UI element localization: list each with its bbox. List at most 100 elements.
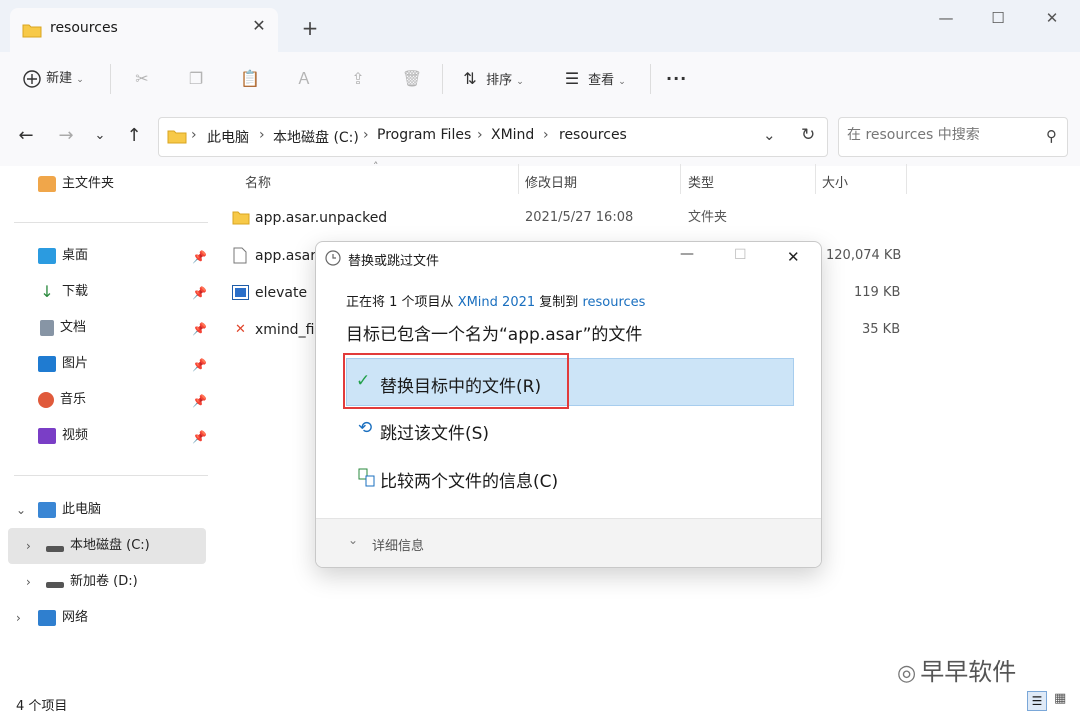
- replace-or-skip-dialog: 替换或跳过文件 — ☐ ✕ 正在将 1 个项目从 XMind 2021 复制到 …: [315, 241, 822, 568]
- drive-icon: [46, 581, 64, 588]
- folder-icon: [232, 211, 250, 225]
- application-icon: [232, 285, 249, 300]
- sidebar-item-network[interactable]: 网络: [38, 604, 88, 632]
- file-size: 120,074 KB: [826, 248, 902, 263]
- view-button[interactable]: ☰ 查看 ⌄: [560, 66, 626, 92]
- pin-icon[interactable]: 📌: [192, 394, 207, 408]
- breadcrumb-this-pc[interactable]: 此电脑: [207, 127, 249, 147]
- tiles-view-icon[interactable]: ▦: [1054, 691, 1066, 706]
- pin-icon[interactable]: 📌: [192, 322, 207, 336]
- network-icon: [38, 609, 56, 626]
- expanded-chevron-icon[interactable]: ⌄: [16, 503, 26, 517]
- details-toggle[interactable]: 详细信息: [372, 535, 424, 554]
- chevron-down-icon: ⌄: [618, 77, 626, 87]
- column-header-name[interactable]: 名称: [245, 172, 271, 191]
- copy-line-prefix: 正在将 1 个项目从: [346, 295, 454, 310]
- copy-icon[interactable]: ❐: [184, 66, 208, 92]
- column-header-type[interactable]: 类型: [688, 172, 714, 191]
- clock-icon: [325, 250, 341, 266]
- new-button[interactable]: 新建 ⌄: [22, 66, 84, 92]
- sidebar-item-pictures[interactable]: 图片: [38, 350, 88, 378]
- search-box[interactable]: ⚲: [838, 117, 1068, 157]
- sort-button[interactable]: ⇅ 排序 ⌄: [458, 66, 524, 92]
- file-name: app.asar: [255, 248, 317, 264]
- download-icon: ↓: [40, 281, 54, 301]
- sidebar-item-label: 新加卷 (D:): [70, 574, 138, 589]
- copy-progress-line: 正在将 1 个项目从 XMind 2021 复制到 resources: [346, 291, 645, 310]
- pin-icon[interactable]: 📌: [192, 286, 207, 300]
- replace-option-label[interactable]: 替换目标中的文件(R): [380, 372, 541, 397]
- more-options-button[interactable]: ···: [666, 66, 687, 92]
- new-tab-button[interactable]: +: [300, 18, 320, 38]
- close-window-button[interactable]: ✕: [1032, 6, 1072, 30]
- column-header-date[interactable]: 修改日期: [525, 172, 577, 191]
- delete-icon[interactable]: 🗑: [400, 66, 424, 92]
- pin-icon[interactable]: 📌: [192, 250, 207, 264]
- destination-folder-link[interactable]: resources: [582, 295, 645, 310]
- chevron-down-icon: ⌄: [76, 75, 84, 85]
- minimize-button[interactable]: —: [926, 6, 966, 30]
- sidebar-item-label: 主文件夹: [62, 176, 115, 191]
- breadcrumb-program-files[interactable]: Program Files: [377, 127, 471, 143]
- details-view-icon[interactable]: ☰: [1027, 691, 1047, 711]
- collapsed-chevron-icon[interactable]: ›: [16, 611, 21, 625]
- forward-arrow-icon[interactable]: →: [54, 124, 78, 148]
- sidebar-item-music[interactable]: 音乐: [38, 386, 86, 414]
- pin-icon[interactable]: 📌: [192, 430, 207, 444]
- sidebar-divider: [14, 222, 208, 223]
- breadcrumb-drive-c[interactable]: 本地磁盘 (C:): [273, 127, 359, 147]
- source-folder-link[interactable]: XMind 2021: [458, 295, 535, 310]
- sidebar-item-drive-c[interactable]: 本地磁盘 (C:): [46, 532, 150, 560]
- sidebar-item-home[interactable]: 主文件夹: [38, 170, 114, 198]
- video-icon: [38, 427, 56, 444]
- sidebar-item-documents[interactable]: 文档: [38, 314, 86, 342]
- refresh-icon[interactable]: ↻: [801, 125, 815, 145]
- file-name: elevate: [255, 285, 308, 301]
- address-history-chevron-icon[interactable]: ⌄: [763, 126, 776, 144]
- skip-option-label[interactable]: 跳过该文件(S): [380, 419, 489, 444]
- paste-icon[interactable]: 📋: [238, 66, 262, 92]
- dialog-minimize-button[interactable]: —: [680, 246, 694, 262]
- collapsed-chevron-icon[interactable]: ›: [26, 539, 31, 553]
- rename-icon[interactable]: Ａ: [292, 66, 316, 92]
- tab-resources[interactable]: resources ✕: [10, 8, 278, 52]
- tab-close-icon[interactable]: ✕: [250, 17, 268, 35]
- collapsed-chevron-icon[interactable]: ›: [26, 575, 31, 589]
- maximize-button[interactable]: ☐: [978, 6, 1018, 30]
- file-name: xmind_fil: [255, 322, 319, 338]
- sidebar-item-downloads[interactable]: ↓ 下载: [38, 278, 88, 306]
- column-divider[interactable]: [518, 164, 519, 194]
- up-arrow-icon[interactable]: ↑: [122, 124, 146, 148]
- sidebar-item-label: 视频: [62, 428, 89, 443]
- column-divider[interactable]: [906, 164, 907, 194]
- compare-files-icon: [358, 468, 375, 487]
- computer-icon: [38, 501, 56, 518]
- search-icon[interactable]: ⚲: [1046, 127, 1057, 145]
- back-arrow-icon[interactable]: ←: [14, 124, 38, 148]
- sidebar-item-desktop[interactable]: 桌面: [38, 242, 88, 270]
- column-divider[interactable]: [680, 164, 681, 194]
- chevron-down-icon[interactable]: ⌄: [348, 533, 358, 547]
- search-input[interactable]: [847, 127, 1037, 143]
- dialog-maximize-button[interactable]: ☐: [734, 247, 747, 263]
- folder-icon: [167, 130, 187, 144]
- drive-icon: [46, 545, 64, 552]
- dialog-close-button[interactable]: ✕: [787, 248, 800, 266]
- compare-option-label[interactable]: 比较两个文件的信息(C): [380, 467, 558, 492]
- sidebar-item-drive-d[interactable]: 新加卷 (D:): [46, 568, 138, 596]
- address-bar[interactable]: › 此电脑 › 本地磁盘 (C:) › Program Files › XMin…: [158, 117, 828, 157]
- share-icon[interactable]: ⇪: [346, 66, 370, 92]
- cut-icon[interactable]: ✂: [130, 66, 154, 92]
- breadcrumb-xmind[interactable]: XMind: [491, 127, 534, 143]
- checkmark-icon: ✓: [356, 371, 371, 391]
- sidebar-item-label: 下载: [62, 284, 89, 299]
- pin-icon[interactable]: 📌: [192, 358, 207, 372]
- sidebar-item-videos[interactable]: 视频: [38, 422, 88, 450]
- dialog-title: 替换或跳过文件: [348, 254, 440, 269]
- sidebar-item-this-pc[interactable]: 此电脑: [38, 496, 101, 524]
- recent-chevron-icon[interactable]: ⌄: [88, 124, 112, 148]
- breadcrumb-resources[interactable]: resources: [559, 127, 627, 143]
- column-divider[interactable]: [815, 164, 816, 194]
- table-row[interactable]: app.asar.unpacked 2021/5/27 16:08 文件夹: [232, 206, 912, 230]
- column-header-size[interactable]: 大小: [822, 172, 848, 191]
